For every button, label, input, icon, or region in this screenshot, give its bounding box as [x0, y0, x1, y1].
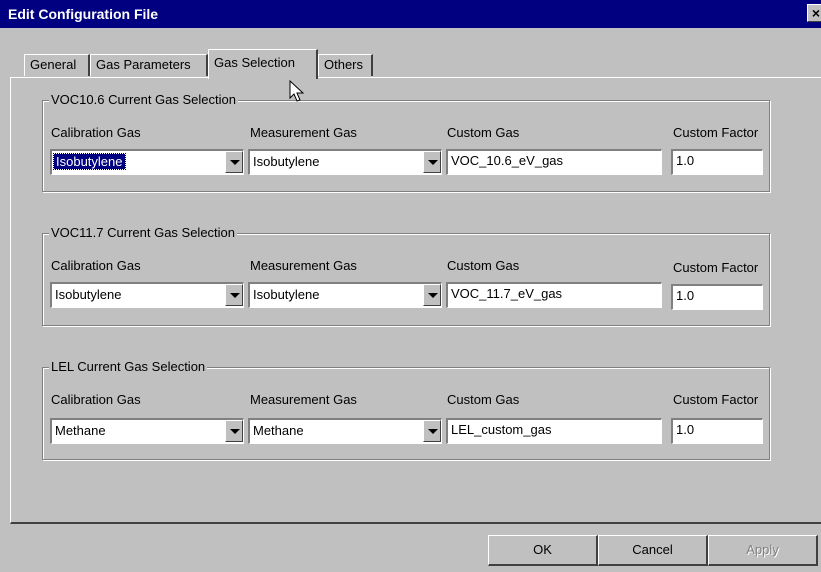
custom-gas-input[interactable]: LEL_custom_gas [446, 418, 662, 444]
calibration-gas-value: Isobutylene [53, 153, 126, 170]
measurement-gas-label: Measurement Gas [250, 392, 357, 407]
chevron-down-icon[interactable] [423, 420, 441, 442]
custom-factor-input[interactable]: 1.0 [671, 418, 763, 444]
calibration-gas-value: Methane [55, 423, 106, 438]
custom-gas-input[interactable]: VOC_11.7_eV_gas [446, 282, 662, 308]
lel-group: LEL Current Gas Selection Calibration Ga… [42, 359, 770, 460]
measurement-gas-label: Measurement Gas [250, 125, 357, 140]
calibration-gas-label: Calibration Gas [51, 392, 141, 407]
group-title: VOC10.6 Current Gas Selection [49, 92, 238, 107]
tab-gas-parameters[interactable]: Gas Parameters [90, 54, 208, 76]
custom-gas-label: Custom Gas [447, 392, 520, 407]
apply-button[interactable]: Apply [708, 535, 818, 566]
calibration-gas-select[interactable]: Isobutylene [50, 149, 244, 175]
measurement-gas-select[interactable]: Isobutylene [248, 149, 442, 175]
calibration-gas-label: Calibration Gas [51, 125, 141, 140]
measurement-gas-label: Measurement Gas [250, 258, 357, 273]
voc106-group: VOC10.6 Current Gas Selection Calibratio… [42, 92, 770, 192]
title-bar: Edit Configuration File × [0, 0, 821, 28]
measurement-gas-select[interactable]: Isobutylene [248, 282, 442, 308]
group-title: LEL Current Gas Selection [49, 359, 208, 374]
custom-factor-label: Custom Factor [673, 260, 759, 275]
chevron-down-icon[interactable] [423, 284, 441, 306]
tab-general[interactable]: General [24, 54, 90, 76]
measurement-gas-value: Isobutylene [253, 287, 320, 302]
tab-strip: General Gas Parameters Gas Selection Oth… [0, 48, 821, 79]
calibration-gas-select[interactable]: Isobutylene [50, 282, 244, 308]
custom-factor-input[interactable]: 1.0 [671, 149, 763, 175]
calibration-gas-value: Isobutylene [55, 287, 122, 302]
mouse-pointer-icon [289, 80, 305, 102]
custom-factor-label: Custom Factor [673, 125, 759, 140]
custom-gas-input[interactable]: VOC_10.6_eV_gas [446, 149, 662, 175]
custom-factor-label: Custom Factor [673, 392, 759, 407]
calibration-gas-select[interactable]: Methane [50, 418, 244, 444]
measurement-gas-value: Methane [253, 423, 304, 438]
chevron-down-icon[interactable] [225, 151, 243, 173]
voc117-group: VOC11.7 Current Gas Selection Calibratio… [42, 225, 770, 326]
window-title: Edit Configuration File [8, 6, 159, 22]
tab-gas-selection[interactable]: Gas Selection [208, 49, 318, 79]
tab-others[interactable]: Others [318, 54, 373, 76]
close-button[interactable]: × [807, 4, 821, 22]
measurement-gas-value: Isobutylene [253, 154, 320, 169]
chevron-down-icon[interactable] [423, 151, 441, 173]
group-title: VOC11.7 Current Gas Selection [49, 225, 238, 240]
measurement-gas-select[interactable]: Methane [248, 418, 442, 444]
custom-gas-label: Custom Gas [447, 258, 520, 273]
custom-gas-label: Custom Gas [447, 125, 520, 140]
calibration-gas-label: Calibration Gas [51, 258, 141, 273]
chevron-down-icon[interactable] [225, 284, 243, 306]
chevron-down-icon[interactable] [225, 420, 243, 442]
custom-factor-input[interactable]: 1.0 [671, 284, 763, 310]
ok-button[interactable]: OK [488, 535, 598, 566]
cancel-button[interactable]: Cancel [598, 535, 708, 566]
